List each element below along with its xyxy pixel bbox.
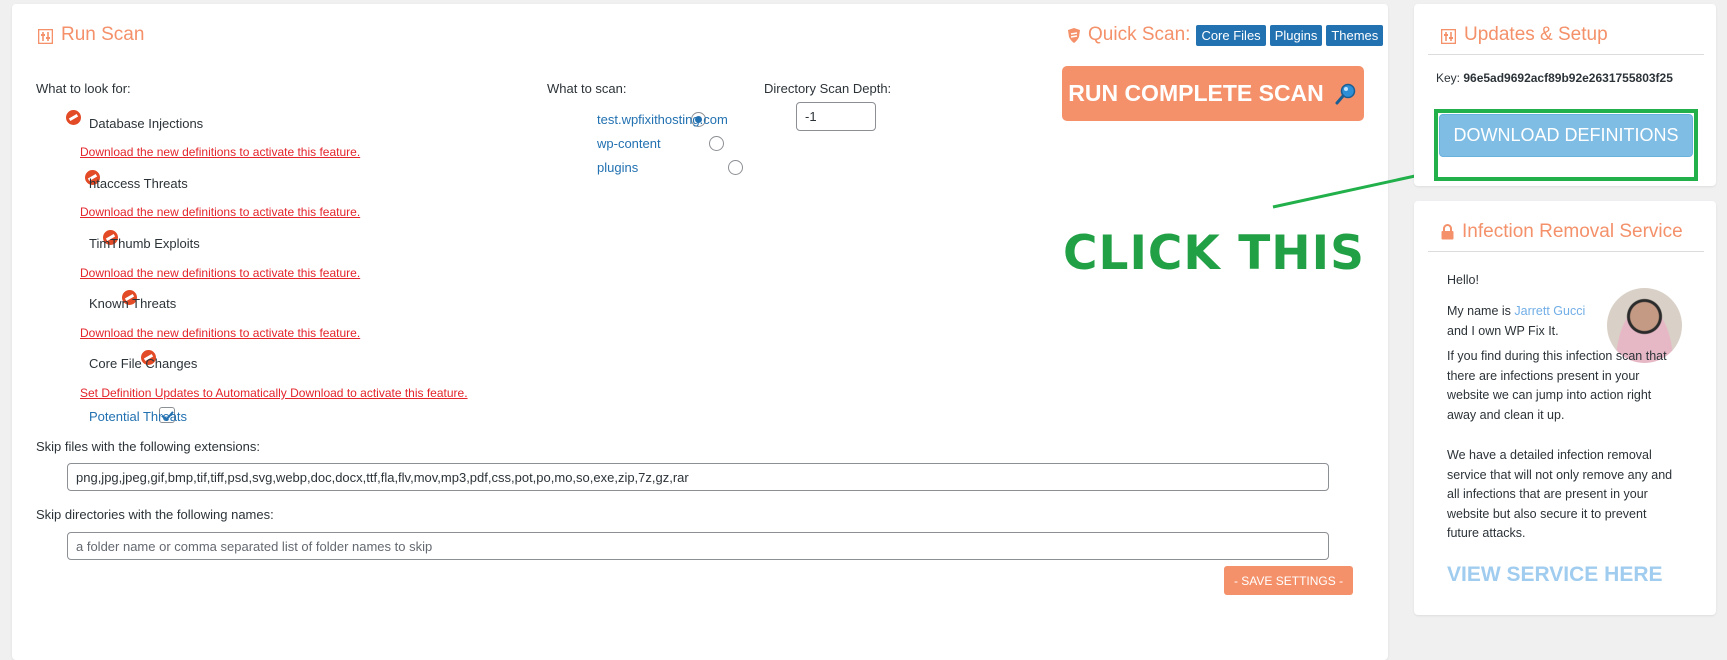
magnifier-icon xyxy=(1334,82,1358,106)
run-scan-title: Run Scan xyxy=(61,24,145,45)
no-entry-icon xyxy=(66,110,81,125)
intro-prefix: My name is xyxy=(1447,304,1515,318)
scan-target-label[interactable]: plugins xyxy=(597,160,638,175)
updates-heading: Updates & Setup xyxy=(1440,24,1608,46)
skip-directories-input[interactable]: a folder name or comma separated list of… xyxy=(67,532,1329,560)
infection-removal-panel: Infection Removal Service Hello! My name… xyxy=(1414,201,1716,615)
updates-setup-panel: Updates & Setup Key: 96e5ad9692acf89b92e… xyxy=(1414,4,1716,186)
download-definitions-button[interactable]: DOWNLOAD DEFINITIONS xyxy=(1439,114,1693,157)
activate-feature-link[interactable]: Download the new definitions to activate… xyxy=(80,205,360,219)
key-label: Key: xyxy=(1436,71,1461,85)
quick-scan-themes-button[interactable]: Themes xyxy=(1326,24,1384,46)
scan-depth-label: Directory Scan Depth: xyxy=(764,81,892,96)
intro-text: My name is Jarrett Gucci and I own WP Fi… xyxy=(1447,302,1607,341)
quick-scan-core-files-button[interactable]: Core Files xyxy=(1196,24,1266,46)
activate-feature-link[interactable]: Set Definition Updates to Automatically … xyxy=(80,386,468,400)
activate-feature-link[interactable]: Download the new definitions to activate… xyxy=(80,145,360,159)
scan-item-label: TimThumb Exploits xyxy=(89,236,200,251)
divider xyxy=(1428,251,1704,252)
removal-title: Infection Removal Service xyxy=(1462,221,1683,242)
removal-heading: Infection Removal Service xyxy=(1441,221,1683,243)
save-settings-button[interactable]: - SAVE SETTINGS - xyxy=(1224,566,1353,595)
lock-icon xyxy=(1441,224,1454,240)
skip-extensions-input[interactable]: png,jpg,jpeg,gif,bmp,tif,tiff,psd,svg,we… xyxy=(67,463,1329,491)
scan-target-radio[interactable] xyxy=(709,136,725,152)
scan-depth-input[interactable]: -1 xyxy=(796,102,876,131)
what-to-look-for-label: What to look for: xyxy=(36,81,131,96)
updates-title: Updates & Setup xyxy=(1464,24,1608,45)
scan-target-label[interactable]: test.wpfixithosting.com xyxy=(597,112,728,127)
quick-scan-bar: Quick Scan: Core Files Plugins Themes xyxy=(1066,24,1384,46)
license-key-row: Key: 96e5ad9692acf89b92e2631755803f25 xyxy=(1436,71,1673,85)
run-scan-panel: Run Scan What to look for: Database Inje… xyxy=(12,4,1388,660)
scan-target-label[interactable]: wp-content xyxy=(597,136,661,151)
click-this-annotation: CLICK THIS xyxy=(1063,226,1365,281)
key-value: 96e5ad9692acf89b92e2631755803f25 xyxy=(1463,71,1673,85)
potential-threats-label[interactable]: Potential Threats xyxy=(89,409,187,424)
service-paragraph-1: If you find during this infection scan t… xyxy=(1447,349,1667,422)
settings-sliders-icon xyxy=(37,28,54,44)
annotation-arrow-line xyxy=(1272,169,1439,209)
scan-item-label: Core File Changes xyxy=(89,356,198,371)
activate-feature-link[interactable]: Download the new definitions to activate… xyxy=(80,266,360,280)
activate-feature-link[interactable]: Download the new definitions to activate… xyxy=(80,326,360,340)
quick-scan-plugins-button[interactable]: Plugins xyxy=(1269,24,1323,46)
shield-icon xyxy=(1066,27,1082,44)
settings-sliders-icon xyxy=(1440,28,1457,44)
scan-item-label: Known Threats xyxy=(89,296,177,311)
view-service-link[interactable]: VIEW SERVICE HERE xyxy=(1447,563,1663,587)
scan-target-radio[interactable] xyxy=(728,160,743,176)
run-complete-scan-button[interactable]: RUN COMPLETE SCAN xyxy=(1062,66,1364,121)
what-to-scan-label: What to scan: xyxy=(547,81,627,96)
run-complete-scan-label: RUN COMPLETE SCAN xyxy=(1068,80,1324,106)
divider xyxy=(1428,54,1704,55)
skip-directories-label: Skip directories with the following name… xyxy=(36,507,274,522)
intro-suffix: and I own WP Fix It. xyxy=(1447,323,1559,338)
greeting: Hello! xyxy=(1447,273,1479,287)
author-name-link[interactable]: Jarrett Gucci xyxy=(1514,304,1585,318)
run-scan-heading: Run Scan xyxy=(37,24,145,46)
scan-item-label: Database Injections xyxy=(89,116,204,131)
scan-item-label: htaccess Threats xyxy=(89,176,188,191)
skip-extensions-label: Skip files with the following extensions… xyxy=(36,439,261,454)
quick-scan-label: Quick Scan: xyxy=(1088,24,1191,45)
service-paragraph-2: We have a detailed infection removal ser… xyxy=(1447,448,1673,540)
